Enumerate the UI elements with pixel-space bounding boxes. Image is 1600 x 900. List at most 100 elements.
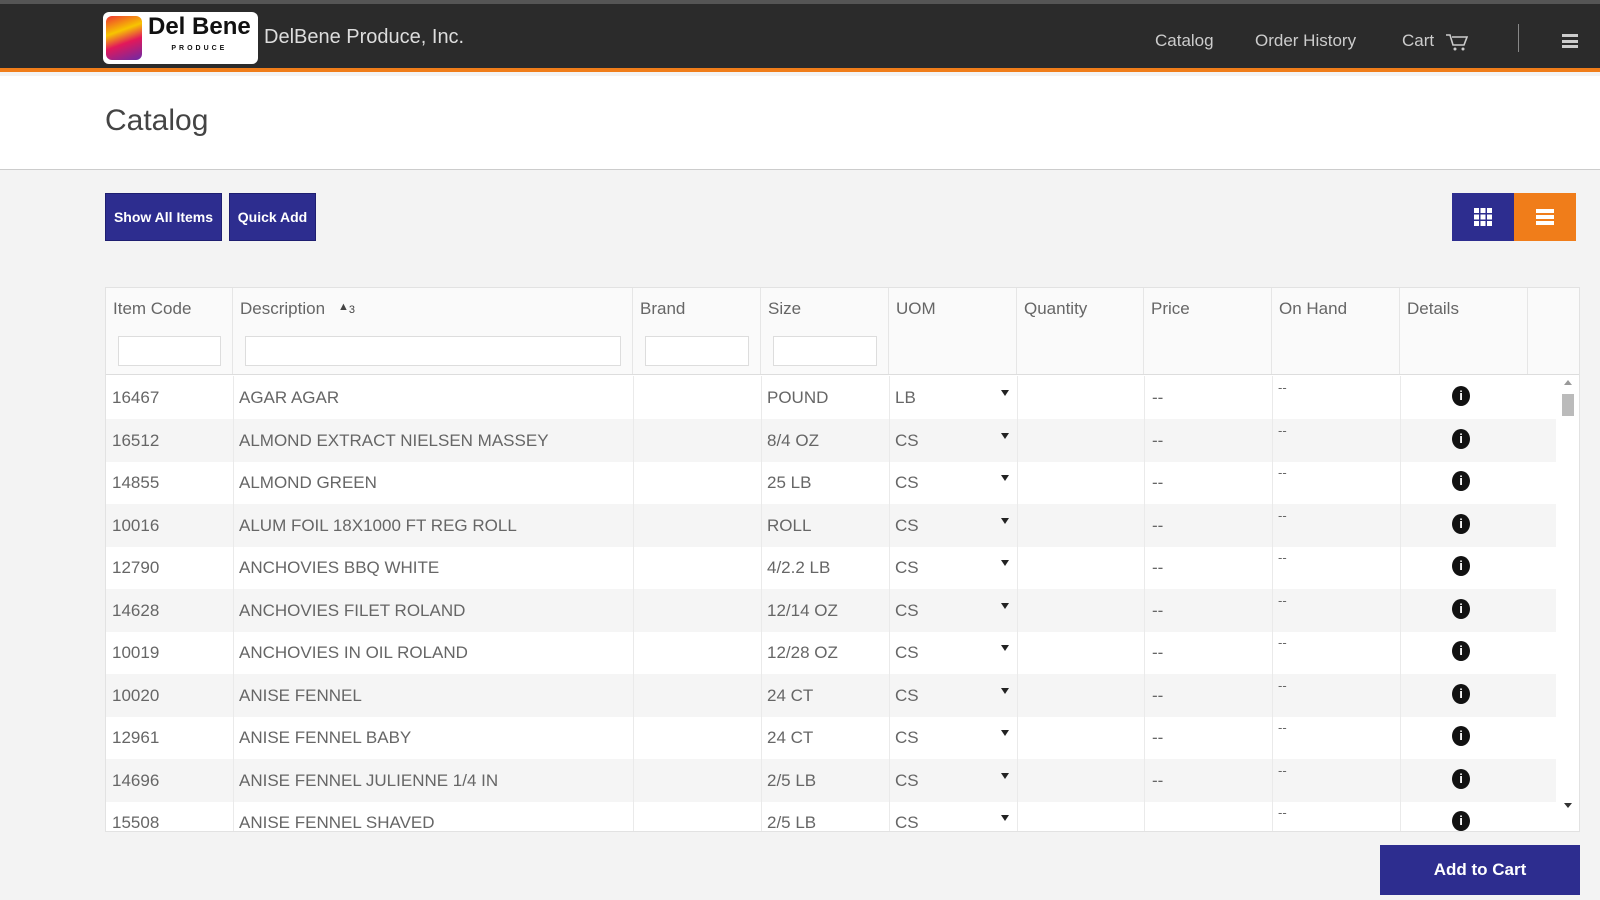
info-icon[interactable]: i <box>1452 768 1470 789</box>
scroll-up-icon[interactable] <box>1564 380 1572 385</box>
nav-divider <box>1518 24 1519 52</box>
uom-select[interactable]: CS <box>889 461 1016 505</box>
info-icon[interactable]: i <box>1452 556 1470 576</box>
show-all-items-button[interactable]: Show All Items <box>105 193 222 241</box>
column-label: Item Code <box>113 299 192 318</box>
filter-code-input[interactable] <box>118 336 221 366</box>
table-row[interactable]: 14696 ANISE FENNEL JULIENNE 1/4 IN 2/5 LB C… <box>106 758 1556 803</box>
quantity-input[interactable] <box>1017 759 1144 803</box>
uom-select[interactable]: CS <box>889 759 1016 803</box>
quantity-input[interactable] <box>1017 674 1144 718</box>
top-nav-bar: Del Bene PRODUCE DelBene Produce, Inc. Ca… <box>0 0 1600 72</box>
column-header-uom[interactable]: UOM <box>889 288 1017 374</box>
chevron-down-icon <box>1001 730 1009 736</box>
table-row[interactable]: 16467 AGAR AGAR POUND LB -- -- i <box>106 376 1556 420</box>
column-header-details[interactable]: Details <box>1400 288 1528 374</box>
column-label: Details <box>1407 299 1459 318</box>
nav-order-history[interactable]: Order History <box>1255 31 1356 51</box>
price: -- <box>1152 515 1164 535</box>
grid-view-button[interactable] <box>1452 193 1514 241</box>
table-row[interactable]: 14855 ALMOND GREEN 25 LB CS -- -- i <box>106 461 1556 505</box>
column-header-onhand[interactable]: On Hand <box>1272 288 1400 374</box>
size: POUND <box>767 388 829 407</box>
item-code: 10019 <box>112 643 160 662</box>
column-header-desc[interactable]: Description ▲3 <box>233 288 633 374</box>
table-row[interactable]: 15508 ANISE FENNEL SHAVED 2/5 LB CS -- i <box>106 801 1556 831</box>
size: ROLL <box>767 515 812 535</box>
uom-value: CS <box>895 515 919 535</box>
quantity-input[interactable] <box>1017 631 1144 675</box>
table-row[interactable]: 12961 ANISE FENNEL BABY 24 CT CS -- -- i <box>106 716 1556 760</box>
uom-select[interactable]: LB <box>889 376 1016 420</box>
column-divider <box>889 376 890 831</box>
info-icon[interactable]: i <box>1452 386 1470 406</box>
filter-desc-input[interactable] <box>245 336 621 366</box>
column-header-size[interactable]: Size <box>761 288 889 374</box>
scroll-down-icon[interactable] <box>1564 803 1572 808</box>
info-icon[interactable]: i <box>1452 598 1470 619</box>
filter-brand-input[interactable] <box>645 336 749 366</box>
quick-add-button[interactable]: Quick Add <box>229 193 316 241</box>
price: -- <box>1152 770 1164 790</box>
info-icon[interactable]: i <box>1452 683 1470 704</box>
table-row[interactable]: 14628 ANCHOVIES FILET ROLAND 12/14 OZ CS -- -… <box>106 588 1556 633</box>
sort-asc-icon[interactable]: ▲3 <box>338 301 355 316</box>
quantity-input[interactable] <box>1017 461 1144 505</box>
filter-size-input[interactable] <box>773 336 877 366</box>
uom-select[interactable]: CS <box>889 801 1016 831</box>
uom-select[interactable]: CS <box>889 589 1016 633</box>
item-code: 16512 <box>112 430 160 450</box>
scroll-thumb[interactable] <box>1562 394 1574 416</box>
quantity-input[interactable] <box>1017 589 1144 633</box>
quantity-input[interactable] <box>1017 376 1144 420</box>
grid-icon <box>1474 208 1492 226</box>
table-row[interactable]: 16512 ALMOND EXTRACT NIELSEN MASSEY 8/4 OZ… <box>106 418 1556 463</box>
table-row[interactable]: 12790 ANCHOVIES BBQ WHITE 4/2.2 LB CS -- -- i <box>106 546 1556 590</box>
column-header-qty[interactable]: Quantity <box>1017 288 1144 374</box>
chevron-down-icon <box>1001 432 1009 439</box>
price: -- <box>1152 685 1164 705</box>
chevron-down-icon <box>1001 602 1009 609</box>
scrollbar[interactable] <box>1558 376 1578 831</box>
logo[interactable]: Del Bene PRODUCE <box>103 12 258 64</box>
info-icon[interactable]: i <box>1452 726 1470 746</box>
description: ANCHOVIES BBQ WHITE <box>239 558 440 577</box>
add-to-cart-button[interactable]: Add to Cart <box>1380 845 1580 895</box>
column-header-code[interactable]: Item Code <box>106 288 233 374</box>
table-row[interactable]: 10019 ANCHOVIES IN OIL ROLAND 12/28 OZ CS --… <box>106 631 1556 675</box>
nav-catalog[interactable]: Catalog <box>1155 31 1214 51</box>
size: 24 CT <box>767 728 814 747</box>
uom-value: CS <box>895 813 919 831</box>
fruit-logo-icon <box>106 16 142 60</box>
column-header-price[interactable]: Price <box>1144 288 1272 374</box>
quantity-input[interactable] <box>1017 716 1144 760</box>
info-icon[interactable]: i <box>1452 811 1470 831</box>
nav-cart[interactable]: Cart <box>1402 31 1469 52</box>
info-icon[interactable]: i <box>1452 428 1470 449</box>
info-icon[interactable]: i <box>1452 641 1470 661</box>
table-row[interactable]: 10020 ANISE FENNEL 24 CT CS -- -- i <box>106 673 1556 718</box>
uom-select[interactable]: CS <box>889 674 1016 718</box>
item-code: 14855 <box>112 473 160 492</box>
uom-select[interactable]: CS <box>889 504 1016 548</box>
list-view-button[interactable] <box>1514 193 1576 241</box>
uom-select[interactable]: CS <box>889 419 1016 463</box>
quantity-input[interactable] <box>1017 419 1144 463</box>
info-icon[interactable]: i <box>1452 471 1470 491</box>
chevron-down-icon <box>1001 645 1009 651</box>
uom-select[interactable]: CS <box>889 631 1016 675</box>
hamburger-menu-icon[interactable] <box>1562 34 1578 48</box>
uom-select[interactable]: CS <box>889 716 1016 760</box>
table-row[interactable]: 10016 ALUM FOIL 18X1000 FT REG ROLL ROLL CS… <box>106 503 1556 548</box>
item-code: 16467 <box>112 388 160 407</box>
column-header-brand[interactable]: Brand <box>633 288 761 374</box>
sort-order: 3 <box>348 304 356 317</box>
column-label: Description <box>240 299 326 318</box>
quantity-input[interactable] <box>1017 546 1144 590</box>
info-icon[interactable]: i <box>1452 513 1470 534</box>
quantity-input[interactable] <box>1017 504 1144 548</box>
quantity-input[interactable] <box>1017 801 1144 831</box>
item-code: 10016 <box>112 515 160 535</box>
column-label: Quantity <box>1024 299 1088 318</box>
uom-select[interactable]: CS <box>889 546 1016 590</box>
